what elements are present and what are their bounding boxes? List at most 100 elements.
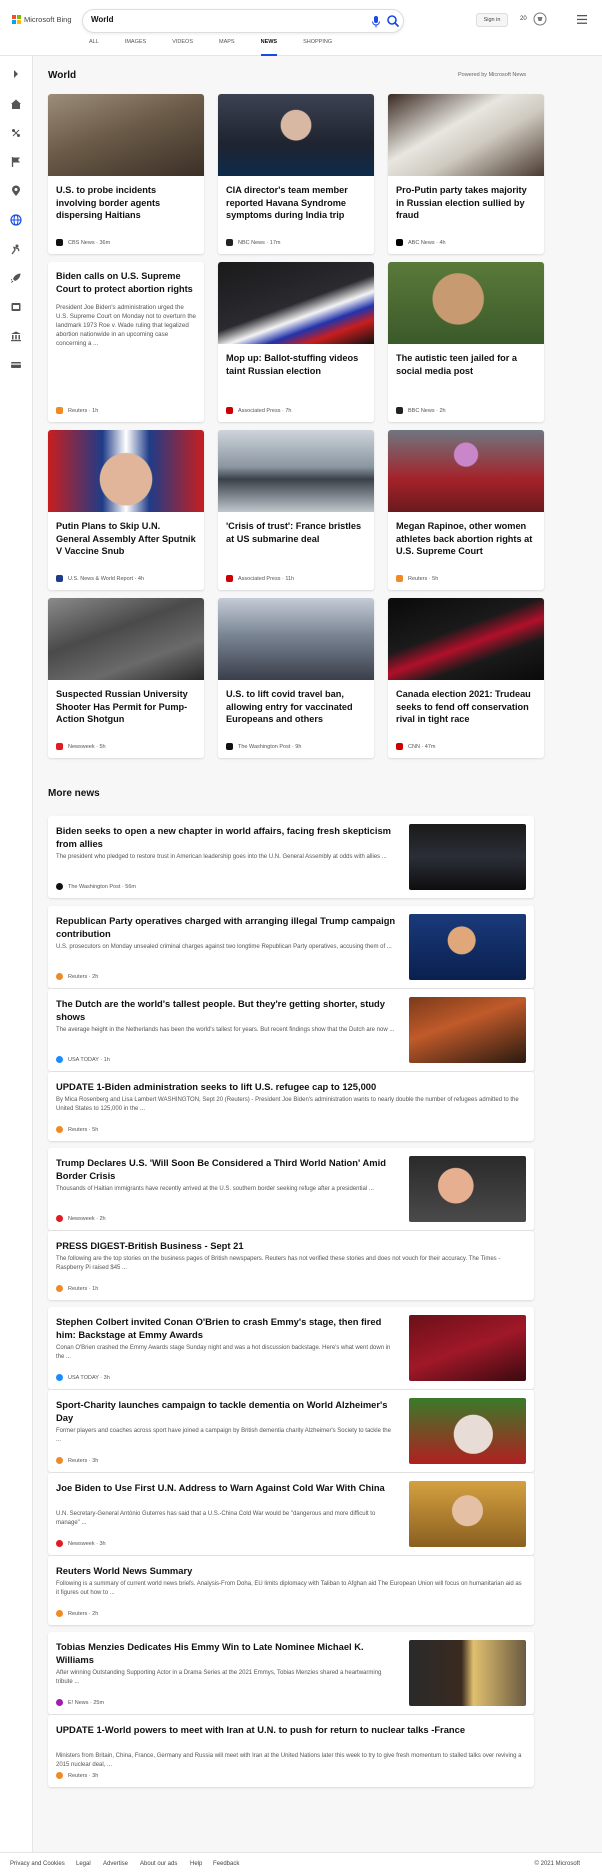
footer-link-about-ads[interactable]: About our ads [140, 1861, 177, 1867]
news-card[interactable]: Megan Rapinoe, other women athletes back… [388, 430, 544, 590]
news-source[interactable]: Newsweek · 3h [56, 1540, 106, 1547]
footer-link-legal[interactable]: Legal [76, 1861, 91, 1867]
footer-link-privacy[interactable]: Privacy and Cookies [10, 1861, 65, 1867]
more-news-title[interactable]: Republican Party operatives charged with… [56, 914, 396, 940]
more-news-image[interactable] [409, 1398, 526, 1464]
news-source[interactable]: Associated Press · 11h [226, 575, 294, 582]
news-card-image[interactable] [388, 262, 544, 344]
more-news-image[interactable] [409, 1156, 526, 1222]
news-card[interactable]: Canada election 2021: Trudeau seeks to f… [388, 598, 544, 758]
news-card-title[interactable]: CIA director's team member reported Hava… [218, 176, 374, 222]
tab-news[interactable]: NEWS [260, 39, 278, 56]
tab-images[interactable]: IMAGES [125, 39, 146, 56]
news-card-title[interactable]: Biden calls on U.S. Supreme Court to pro… [48, 262, 204, 295]
more-news-item[interactable]: Biden seeks to open a new chapter in wor… [48, 816, 534, 898]
more-news-title[interactable]: Trump Declares U.S. 'Will Soon Be Consid… [56, 1156, 396, 1182]
news-card-title[interactable]: Suspected Russian University Shooter Has… [48, 680, 204, 726]
expand-icon[interactable] [10, 68, 22, 80]
more-news-item[interactable]: PRESS DIGEST-British Business - Sept 21 T… [48, 1231, 534, 1300]
more-news-image[interactable] [409, 824, 526, 890]
news-card[interactable]: Putin Plans to Skip U.N. General Assembl… [48, 430, 204, 590]
microphone-icon[interactable] [370, 15, 382, 29]
more-news-item[interactable]: Republican Party operatives charged with… [48, 906, 534, 988]
tab-videos[interactable]: VIDEOS [172, 39, 193, 56]
news-card-title[interactable]: Megan Rapinoe, other women athletes back… [388, 512, 544, 558]
menu-icon[interactable] [577, 15, 587, 24]
news-source[interactable]: NBC News · 17m [226, 239, 280, 246]
news-source[interactable]: Reuters · 2h [56, 1610, 98, 1617]
footer-link-help[interactable]: Help [190, 1861, 202, 1867]
more-news-title[interactable]: Biden seeks to open a new chapter in wor… [56, 824, 396, 850]
more-news-title[interactable]: UPDATE 1-Biden administration seeks to l… [56, 1080, 522, 1093]
more-news-item[interactable]: Tobias Menzies Dedicates His Emmy Win to… [48, 1632, 534, 1714]
more-news-title[interactable]: UPDATE 1-World powers to meet with Iran … [56, 1723, 522, 1736]
sports-icon[interactable] [10, 243, 22, 255]
more-news-title[interactable]: Sport-Charity launches campaign to tackl… [56, 1398, 396, 1424]
news-card[interactable]: 'Crisis of trust': France bristles at US… [218, 430, 374, 590]
news-card-image[interactable] [388, 598, 544, 680]
rocket-icon[interactable] [10, 272, 22, 284]
news-card-title[interactable]: The autistic teen jailed for a social me… [388, 344, 544, 377]
news-source[interactable]: Reuters · 1h [56, 407, 98, 414]
tab-all[interactable]: ALL [89, 39, 99, 56]
more-news-title[interactable]: Tobias Menzies Dedicates His Emmy Win to… [56, 1640, 396, 1666]
news-card-image[interactable] [48, 94, 204, 176]
news-card-image[interactable] [48, 598, 204, 680]
news-source[interactable]: Reuters · 5h [56, 1126, 98, 1133]
home-icon[interactable] [10, 98, 22, 110]
news-card[interactable]: U.S. to probe incidents involving border… [48, 94, 204, 254]
news-source[interactable]: E! News · 25m [56, 1699, 104, 1706]
search-box[interactable] [82, 9, 404, 33]
news-card-image[interactable] [218, 94, 374, 176]
news-source[interactable]: The Washington Post · 9h [226, 743, 301, 750]
footer-link-advertise[interactable]: Advertise [103, 1861, 128, 1867]
sign-in-button[interactable]: Sign in [476, 13, 508, 27]
news-source[interactable]: U.S. News & World Report · 4h [56, 575, 144, 582]
rewards-points[interactable]: 20 [520, 16, 527, 22]
news-card-title[interactable]: Canada election 2021: Trudeau seeks to f… [388, 680, 544, 726]
more-news-title[interactable]: The Dutch are the world's tallest people… [56, 997, 396, 1023]
news-card-title[interactable]: Mop up: Ballot-stuffing videos taint Rus… [218, 344, 374, 377]
news-card[interactable]: Biden calls on U.S. Supreme Court to pro… [48, 262, 204, 422]
news-source[interactable]: The Washington Post · 56m [56, 883, 136, 890]
tab-maps[interactable]: MAPS [219, 39, 235, 56]
location-icon[interactable] [10, 185, 22, 197]
news-card-image[interactable] [218, 262, 374, 344]
news-source[interactable]: Reuters · 2h [56, 973, 98, 980]
more-news-item[interactable]: UPDATE 1-Biden administration seeks to l… [48, 1072, 534, 1141]
more-news-item[interactable]: Stephen Colbert invited Conan O'Brien to… [48, 1307, 534, 1389]
more-news-item[interactable]: UPDATE 1-World powers to meet with Iran … [48, 1715, 534, 1787]
more-news-title[interactable]: PRESS DIGEST-British Business - Sept 21 [56, 1239, 522, 1252]
news-source[interactable]: CBS News · 36m [56, 239, 110, 246]
more-news-image[interactable] [409, 914, 526, 980]
news-card-image[interactable] [218, 598, 374, 680]
news-card-title[interactable]: 'Crisis of trust': France bristles at US… [218, 512, 374, 545]
news-card-image[interactable] [218, 430, 374, 512]
world-icon[interactable] [10, 214, 22, 226]
news-card-title[interactable]: U.S. to probe incidents involving border… [48, 176, 204, 222]
news-source[interactable]: Reuters · 1h [56, 1285, 98, 1292]
more-news-title[interactable]: Joe Biden to Use First U.N. Address to W… [56, 1481, 396, 1494]
rewards-icon[interactable] [533, 12, 547, 26]
more-news-image[interactable] [409, 1640, 526, 1706]
more-news-image[interactable] [409, 1315, 526, 1381]
news-card-image[interactable] [388, 430, 544, 512]
news-card[interactable]: The autistic teen jailed for a social me… [388, 262, 544, 422]
more-news-title[interactable]: Reuters World News Summary [56, 1564, 522, 1577]
news-source[interactable]: USA TODAY · 1h [56, 1056, 110, 1063]
more-news-item[interactable]: Joe Biden to Use First U.N. Address to W… [48, 1473, 534, 1555]
science-icon[interactable] [10, 127, 22, 139]
flag-icon[interactable] [10, 156, 22, 168]
more-news-item[interactable]: Trump Declares U.S. 'Will Soon Be Consid… [48, 1148, 534, 1230]
news-card[interactable]: CIA director's team member reported Hava… [218, 94, 374, 254]
news-source[interactable]: Reuters · 3h [56, 1457, 98, 1464]
entertainment-icon[interactable] [10, 301, 22, 313]
more-news-item[interactable]: The Dutch are the world's tallest people… [48, 989, 534, 1071]
more-news-image[interactable] [409, 997, 526, 1063]
news-card[interactable]: Mop up: Ballot-stuffing videos taint Rus… [218, 262, 374, 422]
news-card-title[interactable]: Pro-Putin party takes majority in Russia… [388, 176, 544, 222]
footer-link-feedback[interactable]: Feedback [213, 1861, 239, 1867]
news-source[interactable]: Reuters · 3h [56, 1772, 98, 1779]
news-source[interactable]: BBC News · 2h [396, 407, 446, 414]
news-card[interactable]: Pro-Putin party takes majority in Russia… [388, 94, 544, 254]
